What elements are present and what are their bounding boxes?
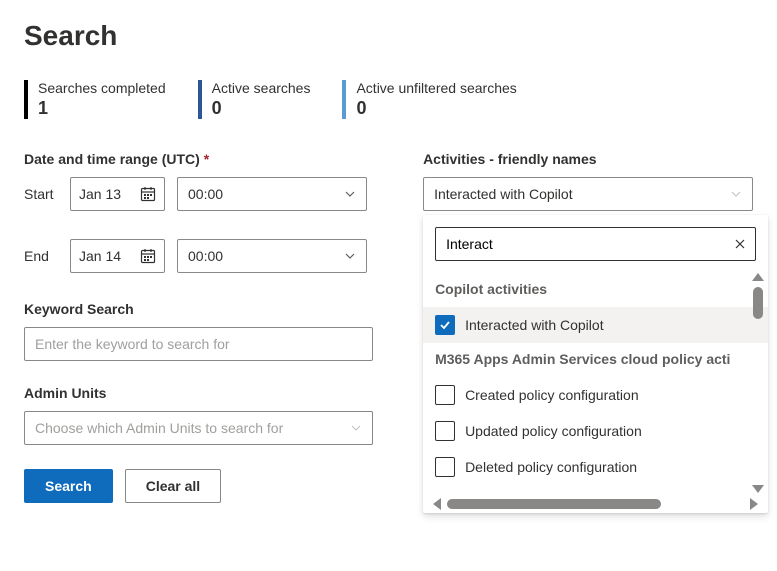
activities-selected-value: Interacted with Copilot bbox=[434, 186, 573, 202]
chevron-down-icon bbox=[730, 188, 742, 200]
stat-value: 1 bbox=[38, 98, 166, 119]
option-label: Created policy configuration bbox=[465, 387, 639, 403]
end-time-input[interactable]: 00:00 bbox=[177, 239, 367, 273]
keyword-label: Keyword Search bbox=[24, 301, 373, 317]
option-interacted-copilot[interactable]: Interacted with Copilot bbox=[423, 307, 768, 343]
date-range-label: Date and time range (UTC) * bbox=[24, 151, 373, 167]
checkbox-checked-icon bbox=[435, 315, 455, 335]
option-label: Interacted with Copilot bbox=[465, 317, 604, 333]
option-updated-policy[interactable]: Updated policy configuration bbox=[435, 413, 750, 449]
stat-label: Active searches bbox=[212, 80, 311, 96]
clear-icon[interactable] bbox=[733, 237, 747, 251]
stat-completed: Searches completed 1 bbox=[24, 80, 166, 119]
start-label: Start bbox=[24, 186, 58, 202]
calendar-icon bbox=[140, 248, 156, 264]
search-button[interactable]: Search bbox=[24, 469, 113, 503]
option-created-policy[interactable]: Created policy configuration bbox=[435, 377, 750, 413]
start-time-input[interactable]: 00:00 bbox=[177, 177, 367, 211]
scrollbar-thumb-vertical[interactable] bbox=[753, 287, 763, 319]
activities-select[interactable]: Interacted with Copilot bbox=[423, 177, 753, 211]
option-label: Deleted policy configuration bbox=[465, 459, 637, 475]
scroll-up-icon[interactable] bbox=[752, 273, 764, 281]
clear-all-button[interactable]: Clear all bbox=[125, 469, 221, 503]
end-date-value: Jan 14 bbox=[79, 248, 121, 264]
stat-value: 0 bbox=[356, 98, 516, 119]
scroll-left-icon[interactable] bbox=[433, 498, 441, 510]
end-label: End bbox=[24, 248, 58, 264]
checkbox-icon bbox=[435, 421, 455, 441]
scroll-right-icon[interactable] bbox=[750, 498, 758, 510]
activities-dropdown: Copilot activities Interacted with Copil… bbox=[423, 215, 768, 513]
page-title: Search bbox=[24, 20, 753, 52]
option-deleted-policy[interactable]: Deleted policy configuration bbox=[435, 449, 750, 485]
end-time-value: 00:00 bbox=[188, 248, 223, 264]
start-date-value: Jan 13 bbox=[79, 186, 121, 202]
stat-label: Searches completed bbox=[38, 80, 166, 96]
activities-label: Activities - friendly names bbox=[423, 151, 753, 167]
end-date-input[interactable]: Jan 14 bbox=[70, 239, 165, 273]
required-indicator: * bbox=[204, 151, 209, 167]
activities-search-input[interactable] bbox=[444, 235, 733, 253]
chevron-down-icon bbox=[344, 250, 356, 262]
checkbox-icon bbox=[435, 457, 455, 477]
group-header: Copilot activities bbox=[435, 273, 750, 307]
group-header: M365 Apps Admin Services cloud policy ac… bbox=[435, 343, 750, 377]
scroll-down-icon[interactable] bbox=[752, 485, 764, 493]
scrollbar-track-horizontal bbox=[447, 499, 744, 509]
admin-units-select[interactable]: Choose which Admin Units to search for bbox=[24, 411, 373, 445]
scrollbar-thumb-horizontal[interactable] bbox=[447, 499, 661, 509]
activities-options-list: Copilot activities Interacted with Copil… bbox=[423, 273, 768, 493]
chevron-down-icon bbox=[344, 188, 356, 200]
start-time-value: 00:00 bbox=[188, 186, 223, 202]
calendar-icon bbox=[140, 186, 156, 202]
keyword-input[interactable] bbox=[24, 327, 373, 361]
admin-units-label: Admin Units bbox=[24, 385, 373, 401]
activities-search-wrap bbox=[435, 227, 756, 261]
checkbox-icon bbox=[435, 385, 455, 405]
admin-units-placeholder: Choose which Admin Units to search for bbox=[35, 420, 283, 436]
stat-label: Active unfiltered searches bbox=[356, 80, 516, 96]
option-label: Updated policy configuration bbox=[465, 423, 642, 439]
stat-value: 0 bbox=[212, 98, 311, 119]
stats-row: Searches completed 1 Active searches 0 A… bbox=[24, 80, 753, 119]
scrollbar-horizontal[interactable] bbox=[423, 495, 768, 513]
start-date-input[interactable]: Jan 13 bbox=[70, 177, 165, 211]
scrollbar-vertical[interactable] bbox=[752, 273, 764, 493]
chevron-down-icon bbox=[350, 422, 362, 434]
stat-unfiltered: Active unfiltered searches 0 bbox=[342, 80, 516, 119]
stat-active: Active searches 0 bbox=[198, 80, 311, 119]
